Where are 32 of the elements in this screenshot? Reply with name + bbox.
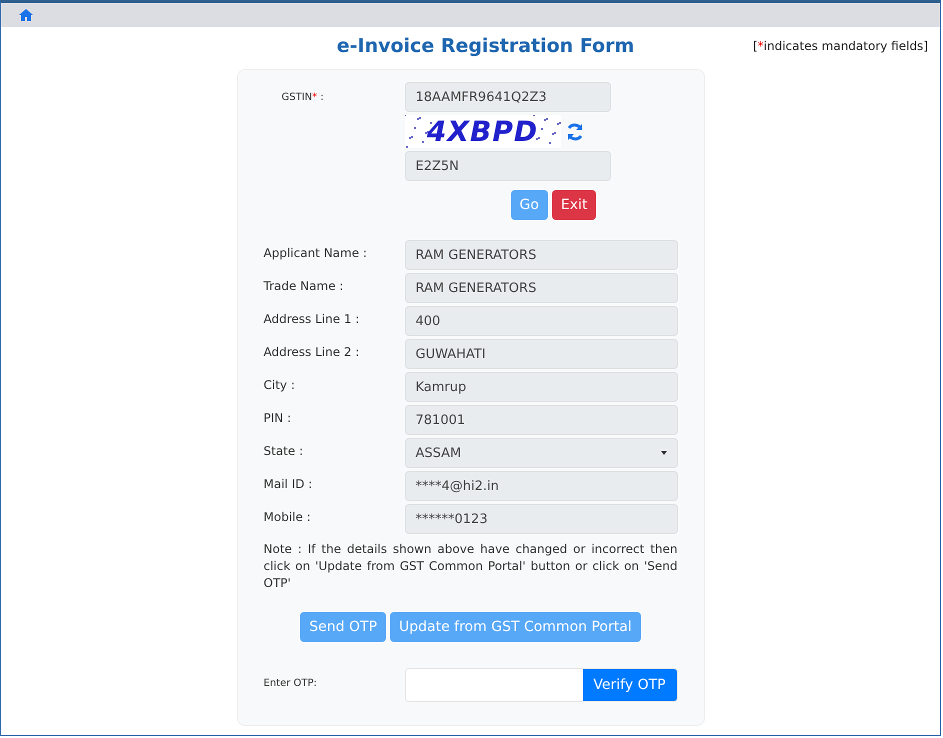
note-text: Note : If the details shown above have changed or incorrect then click on 'Update from GST Common Portal' button or click on 'Send OTP' bbox=[264, 541, 678, 592]
input-field[interactable]: 400 bbox=[404, 306, 678, 336]
captcha-image: 4XBPD bbox=[404, 115, 560, 148]
exit-button[interactable]: Exit bbox=[552, 190, 596, 220]
gstin-field[interactable]: 18AAMFR9641Q2Z3 bbox=[404, 82, 610, 112]
input-field[interactable]: GUWAHATI bbox=[404, 339, 678, 369]
field-label: Mail ID : bbox=[264, 476, 314, 491]
input-field[interactable]: ******0123 bbox=[404, 504, 678, 534]
field-label: Address Line 1 : bbox=[264, 311, 360, 326]
field-label: Address Line 2 : bbox=[264, 344, 360, 359]
captcha-field[interactable]: E2Z5N bbox=[404, 151, 610, 181]
input-field[interactable]: RAM GENERATORS bbox=[404, 240, 678, 270]
field-label: City : bbox=[264, 377, 296, 392]
caret-icon bbox=[660, 451, 666, 455]
field-label: PIN : bbox=[264, 410, 292, 425]
gstin-label: GSTIN* : bbox=[280, 91, 325, 103]
field-label: Mobile : bbox=[264, 509, 312, 524]
input-field[interactable]: ****4@hi2.in bbox=[404, 471, 678, 501]
input-field[interactable]: Kamrup bbox=[404, 372, 678, 402]
field-label: Applicant Name : bbox=[264, 245, 368, 260]
form-title: e-Invoice Registration Form bbox=[336, 35, 634, 57]
refresh-icon[interactable] bbox=[564, 122, 584, 142]
otp-field[interactable]: Verify OTP bbox=[404, 668, 678, 702]
home-icon[interactable] bbox=[19, 9, 33, 21]
otp-label: Enter OTP: bbox=[264, 677, 318, 689]
input-field[interactable]: 781001 bbox=[404, 405, 678, 435]
field-label: State : bbox=[264, 443, 304, 458]
verify-otp-button[interactable]: Verify OTP bbox=[582, 669, 676, 701]
input-field[interactable]: RAM GENERATORS bbox=[404, 273, 678, 303]
mandatory-note: [*indicates mandatory fields] bbox=[752, 39, 928, 53]
field-label: Trade Name : bbox=[264, 278, 344, 293]
state-dropdown[interactable]: ASSAM bbox=[404, 438, 678, 468]
